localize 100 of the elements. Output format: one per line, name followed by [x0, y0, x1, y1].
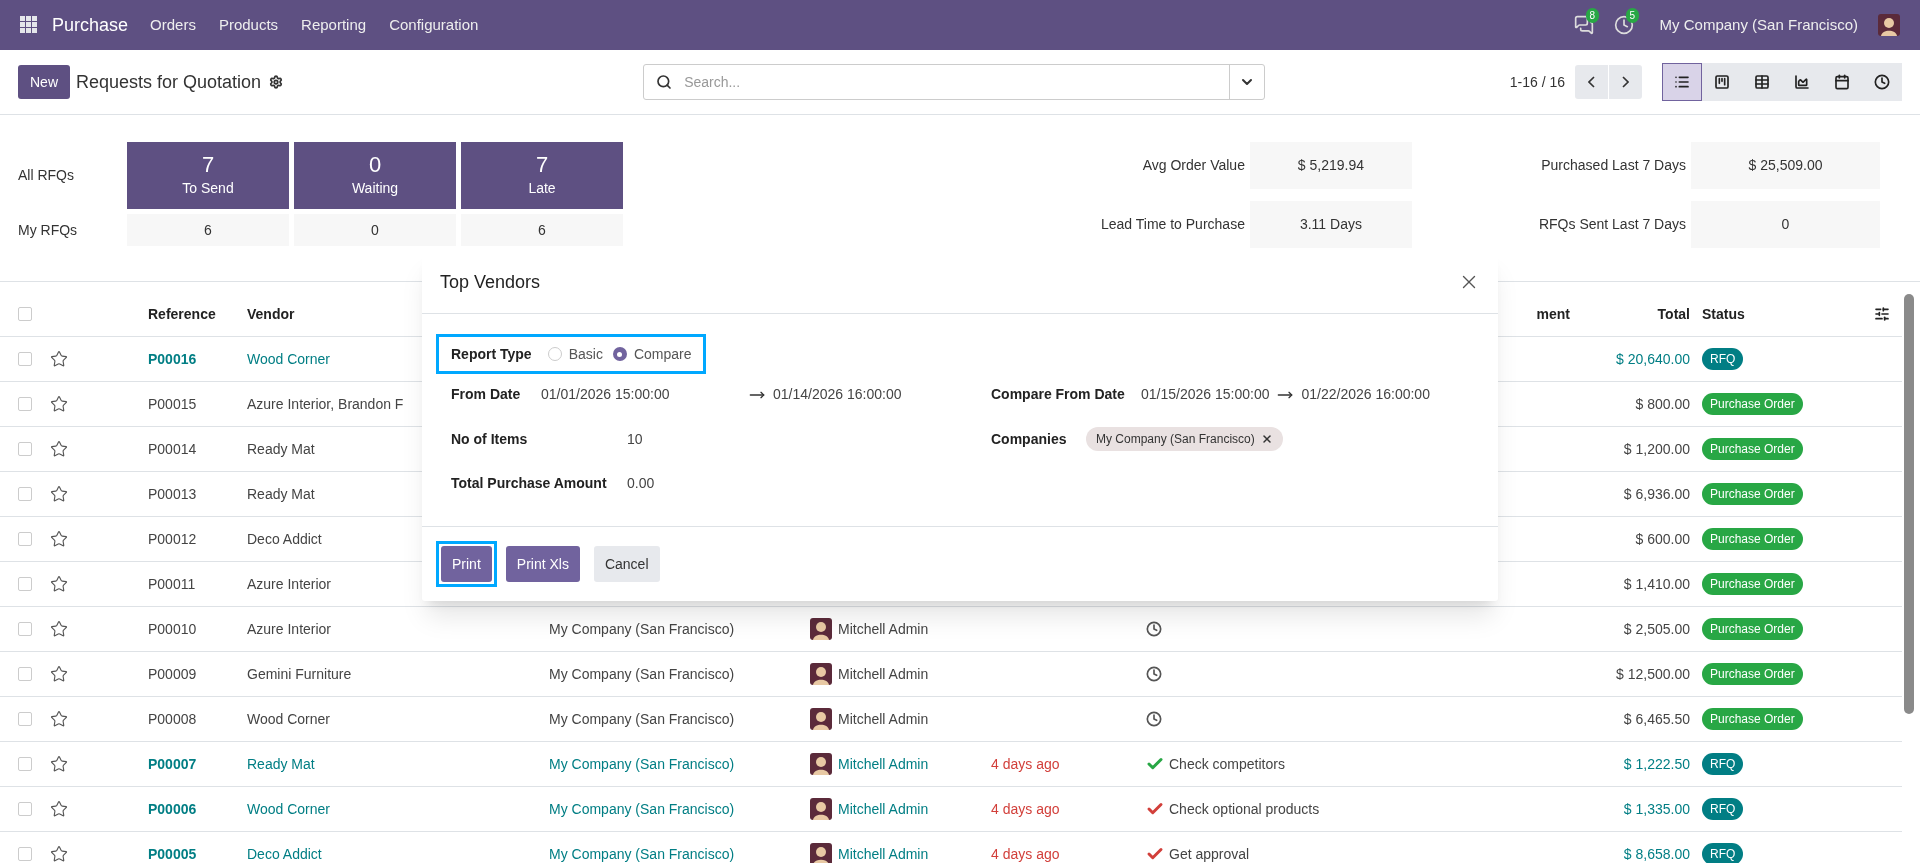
stat-tile[interactable]: 7 Late	[461, 142, 623, 209]
total-cell-text: $ 12,500.00	[1615, 664, 1690, 684]
row-checkbox[interactable]	[18, 712, 32, 726]
vendor-cell-text: Azure Interior	[247, 574, 332, 594]
view-switch-button[interactable]	[1862, 63, 1902, 101]
chevron-right-icon	[1622, 76, 1629, 88]
menu-item[interactable]: Orders	[150, 13, 196, 37]
star-icon[interactable]	[50, 710, 68, 728]
row-checkbox[interactable]	[18, 667, 32, 681]
previous-button[interactable]	[1575, 65, 1608, 99]
stat-value: 3.11 Days	[1249, 201, 1412, 248]
status-badge: Purchase Order	[1702, 393, 1803, 415]
star-icon[interactable]	[50, 350, 68, 368]
stat-value[interactable]: 6	[127, 214, 289, 246]
radio-button[interactable]	[547, 347, 562, 361]
star-icon[interactable]	[50, 845, 68, 863]
company-switcher[interactable]: My Company (San Francisco)	[1659, 13, 1858, 37]
app-name[interactable]: Purchase	[52, 11, 129, 39]
search-field[interactable]: Search...	[643, 64, 1266, 100]
star-icon[interactable]	[50, 395, 68, 413]
row-checkbox[interactable]	[18, 847, 32, 861]
total-cell-text: $ 6,936.00	[1622, 484, 1690, 504]
menu-item[interactable]: Products	[218, 13, 279, 37]
view-switch-button[interactable]	[1662, 63, 1702, 101]
vendor-cell-text: Ready Mat	[247, 439, 315, 459]
new-button[interactable]: New	[18, 65, 70, 99]
view-switch-button[interactable]	[1702, 63, 1742, 101]
date-field[interactable]: 01/01/2026 15:00:00	[541, 384, 741, 405]
count-badge: 5	[1625, 8, 1640, 23]
avatar-icon	[810, 618, 832, 640]
settings-icon[interactable]	[269, 75, 284, 89]
menu-item[interactable]: Configuration	[389, 13, 479, 37]
date-field[interactable]: 01/22/2026 16:00:00	[1301, 384, 1430, 405]
menu-item[interactable]: Reporting	[301, 13, 367, 37]
row-checkbox[interactable]	[18, 352, 32, 366]
star-icon[interactable]	[50, 620, 68, 638]
activity-text: Check competitors	[1169, 754, 1285, 774]
clock-icon[interactable]	[1146, 666, 1162, 682]
radio-option[interactable]: Basic	[547, 343, 603, 365]
status-badge: Purchase Order	[1702, 438, 1803, 460]
buyer-cell-text: Mitchell Admin	[838, 709, 929, 729]
apps-menu-icon[interactable]	[20, 16, 38, 34]
clock-icon[interactable]	[1146, 621, 1162, 637]
clock-icon[interactable]	[1146, 711, 1162, 727]
reference-cell-text: P00015	[148, 394, 198, 414]
stat-value[interactable]: 0	[294, 214, 456, 246]
next-button[interactable]	[1609, 65, 1642, 99]
stat-tile[interactable]: 0 Waiting	[294, 142, 456, 209]
select-all-checkbox[interactable]	[18, 307, 32, 321]
vendor-cell-text: Ready Mat	[247, 754, 315, 774]
radio-option[interactable]: Compare	[612, 343, 692, 365]
row-checkbox[interactable]	[18, 487, 32, 501]
column-header[interactable]: Total	[1590, 303, 1690, 325]
star-icon[interactable]	[50, 575, 68, 593]
stat-value[interactable]: 6	[461, 214, 623, 246]
row-checkbox[interactable]	[18, 757, 32, 771]
vendor-cell-text: Wood Corner	[247, 349, 330, 369]
row-checkbox[interactable]	[18, 622, 32, 636]
activity-text: Check optional products	[1169, 799, 1320, 819]
total-cell-text: $ 800.00	[1634, 394, 1690, 414]
print-button[interactable]: Print Xls	[505, 546, 580, 582]
stat-tile[interactable]: 7 To Send	[127, 142, 289, 209]
cancel-button[interactable]: Cancel	[593, 546, 660, 582]
reference-cell-text: P00013	[148, 484, 198, 504]
star-icon[interactable]	[50, 755, 68, 773]
status-badge: Purchase Order	[1702, 708, 1803, 730]
total-cell-text: $ 2,505.00	[1622, 619, 1690, 639]
amount-field[interactable]: 0.00	[627, 473, 655, 494]
star-icon[interactable]	[50, 485, 68, 503]
star-icon[interactable]	[50, 440, 68, 458]
radio-button[interactable]	[612, 347, 627, 361]
search-input[interactable]: Search...	[684, 71, 1230, 93]
star-icon[interactable]	[50, 530, 68, 548]
avatar-icon	[1878, 14, 1900, 36]
buyer-cell-text: Mitchell Admin	[838, 619, 929, 639]
field-label: From Date	[451, 385, 522, 404]
row-checkbox[interactable]	[18, 577, 32, 591]
company-cell-text: My Company (San Francisco)	[549, 664, 735, 684]
row-checkbox[interactable]	[18, 442, 32, 456]
total-cell-text: $ 1,335.00	[1622, 799, 1690, 819]
column-header[interactable]: ment	[1536, 303, 1570, 325]
date-field[interactable]: 01/14/2026 16:00:00	[773, 384, 902, 405]
vendor-cell-text: Deco Addict	[247, 844, 322, 863]
status-badge: RFQ	[1702, 348, 1744, 370]
star-icon[interactable]	[50, 665, 68, 683]
print-button[interactable]: Print	[441, 546, 492, 582]
remove-icon[interactable]	[1260, 433, 1273, 445]
date-field[interactable]: 01/15/2026 15:00:00	[1141, 384, 1270, 405]
column-header[interactable]: Reference	[148, 303, 247, 325]
calendar-view-icon	[1834, 74, 1850, 90]
status-badge: Purchase Order	[1702, 618, 1803, 640]
star-icon[interactable]	[50, 800, 68, 818]
number-field[interactable]: 10	[627, 428, 643, 450]
row-checkbox[interactable]	[18, 397, 32, 411]
scrollbar[interactable]	[1904, 294, 1914, 714]
row-checkbox[interactable]	[18, 532, 32, 546]
company-tag[interactable]: My Company (San Francisco)	[1086, 427, 1283, 451]
column-settings-icon[interactable]	[1874, 306, 1890, 322]
column-header[interactable]: Status	[1702, 303, 1862, 325]
row-checkbox[interactable]	[18, 802, 32, 816]
